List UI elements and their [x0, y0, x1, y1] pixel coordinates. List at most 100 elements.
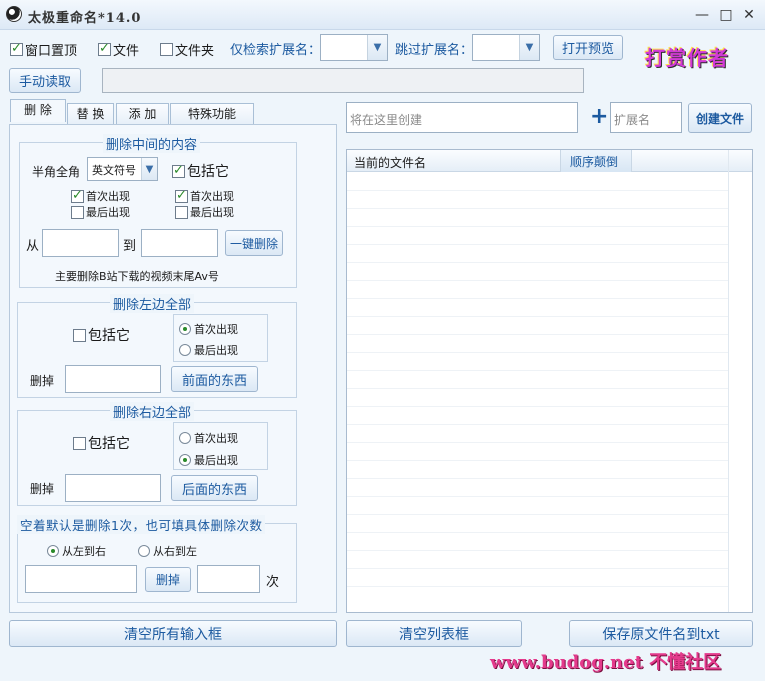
left-first-radio[interactable]: 首次出现: [179, 321, 238, 337]
maximize-button[interactable]: □: [717, 6, 735, 24]
row-line: [347, 226, 728, 227]
only-ext-combo[interactable]: ▼: [320, 34, 388, 61]
tab-delete[interactable]: 删 除: [10, 99, 66, 122]
left-to-right-label: 从左到右: [62, 545, 106, 558]
include-middle-label: 包括它: [187, 164, 229, 180]
left-last-radio-label: 最后出现: [194, 344, 238, 357]
delete-left-input[interactable]: [65, 365, 161, 393]
delete-back-button[interactable]: 后面的东西: [171, 475, 258, 501]
one-click-delete-button[interactable]: 一键删除: [225, 230, 283, 256]
col-current-name[interactable]: 当前的文件名: [354, 154, 426, 171]
row-line: [347, 262, 728, 263]
chevron-down-icon: ▼: [141, 158, 157, 180]
folders-label: 文件夹: [175, 44, 215, 59]
row-line: [347, 586, 728, 587]
include-middle-checkbox[interactable]: 包括它: [172, 161, 229, 181]
right-first-radio[interactable]: 首次出现: [179, 430, 238, 446]
right-to-left-radio[interactable]: 从右到左: [138, 543, 197, 559]
row-line: [347, 550, 728, 551]
row-line: [347, 352, 728, 353]
from-label: 从: [26, 239, 40, 254]
check-icon: [73, 436, 86, 450]
row-line: [347, 406, 728, 407]
create-file-button[interactable]: 创建文件: [688, 103, 752, 133]
delete-front-button[interactable]: 前面的东西: [171, 366, 258, 392]
clear-list-button[interactable]: 清空列表框: [346, 620, 522, 647]
donate-author-logo[interactable]: 打赏作者: [645, 42, 751, 76]
close-button[interactable]: ✕: [740, 6, 758, 24]
row-line: [347, 388, 728, 389]
minimize-button[interactable]: —: [693, 6, 711, 24]
pin-top-check-icon: [10, 41, 23, 56]
open-preview-button[interactable]: 打开预览: [553, 35, 623, 60]
pin-top-checkbox[interactable]: 窗口置顶: [10, 40, 77, 59]
left-last-radio[interactable]: 最后出现: [179, 342, 238, 358]
include-check-icon: [172, 163, 185, 178]
left-last-checkbox[interactable]: 最后出现: [71, 204, 130, 220]
include-left-checkbox[interactable]: 包括它: [73, 325, 130, 345]
left-to-right-radio[interactable]: 从左到右: [47, 543, 106, 559]
window-title: 太极重命名*14.0: [28, 11, 142, 26]
delete-right-title: 删除右边全部: [110, 402, 195, 421]
folders-checkbox[interactable]: 文件夹: [160, 40, 214, 59]
row-line: [347, 316, 728, 317]
right-last-checkbox[interactable]: 最后出现: [175, 204, 234, 220]
right-first-radio-label: 首次出现: [194, 432, 238, 445]
radio-icon: [47, 545, 59, 557]
row-line: [347, 496, 728, 497]
right-last-radio[interactable]: 最后出现: [179, 452, 238, 468]
check-icon: [175, 205, 188, 219]
extension-input[interactable]: 扩展名: [610, 102, 682, 133]
check-icon: [71, 205, 84, 219]
save-names-txt-button[interactable]: 保存原文件名到txt: [569, 620, 753, 647]
to-input[interactable]: [141, 229, 218, 257]
radio-icon: [179, 432, 191, 444]
clear-inputs-button[interactable]: 清空所有输入框: [9, 620, 337, 647]
right-first-label: 首次出现: [190, 190, 234, 203]
extension-placeholder: 扩展名: [614, 113, 651, 127]
row-line: [347, 478, 728, 479]
row-line: [347, 208, 728, 209]
times-input[interactable]: [197, 565, 260, 593]
check-icon: [175, 188, 188, 203]
plus-icon: +: [590, 104, 609, 129]
manual-read-button[interactable]: 手动读取: [9, 68, 81, 93]
radio-icon: [179, 323, 191, 335]
include-right-checkbox[interactable]: 包括它: [73, 433, 130, 453]
delete-middle-title: 删除中间的内容: [103, 134, 201, 153]
delete-count-button[interactable]: 删掉: [145, 567, 191, 592]
delete-right-label: 删掉: [30, 482, 55, 496]
skip-ext-combo[interactable]: ▼: [472, 34, 540, 61]
right-last-radio-label: 最后出现: [194, 454, 238, 467]
files-checkbox[interactable]: 文件: [98, 40, 139, 59]
tab-add[interactable]: 添 加: [116, 103, 169, 125]
symbol-select-value: 英文符号: [92, 164, 136, 177]
check-icon: [71, 188, 84, 203]
include-right-label: 包括它: [88, 436, 130, 452]
row-line: [347, 568, 728, 569]
width-label: 半角全角: [32, 165, 81, 179]
from-input[interactable]: [42, 229, 119, 257]
left-first-radio-label: 首次出现: [194, 323, 238, 336]
symbol-select[interactable]: 英文符号 ▼: [87, 157, 158, 181]
left-first-checkbox[interactable]: 首次出现: [71, 188, 130, 204]
row-line: [347, 442, 728, 443]
file-list[interactable]: [346, 149, 753, 613]
delete-count-title: 空着默认是删除1次，也可填具体删除次数: [17, 515, 266, 534]
delete-text-input[interactable]: [25, 565, 137, 593]
delete-right-input[interactable]: [65, 474, 161, 502]
tab-special[interactable]: 特殊功能: [170, 103, 254, 125]
times-label: 次: [266, 575, 280, 590]
right-first-checkbox[interactable]: 首次出现: [175, 188, 234, 204]
path-display-field[interactable]: [102, 68, 584, 93]
create-name-input[interactable]: 将在这里创建: [346, 102, 578, 133]
tab-replace[interactable]: 替 换: [67, 103, 114, 125]
right-last-label: 最后出现: [190, 206, 234, 219]
row-line: [347, 532, 728, 533]
chevron-down-icon: ▼: [367, 35, 387, 60]
only-ext-label: 仅检索扩展名：: [230, 43, 322, 58]
col-reverse[interactable]: 顺序颠倒: [560, 150, 632, 172]
folders-check-icon: [160, 43, 173, 56]
to-label: 到: [123, 239, 137, 254]
files-check-icon: [98, 41, 111, 56]
